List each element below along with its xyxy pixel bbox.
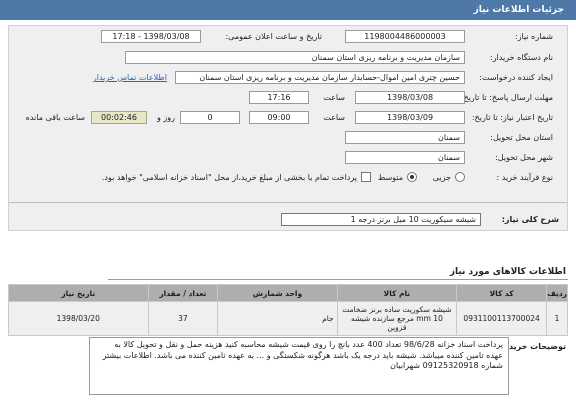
col-unit: واحد شمارش [217,284,338,302]
delivery-city-field: سمنان [345,151,465,164]
goods-title: اطلاعات کالاهای مورد نیاز [449,267,566,277]
col-name: نام کالا [336,284,458,302]
buyer-contact-link[interactable]: اطلاعات تماس خریدار [93,73,167,82]
page-title: جزئیات اطلاعات نیاز [0,0,576,20]
form-divider [9,202,567,203]
summary-label: شرح کلی نیاز: [501,215,559,224]
purchase-type-minor-label: جزیی [432,173,451,182]
days-field: 0 [180,111,240,124]
send-deadline-time-field: 17:16 [249,91,309,104]
purchase-type-medium-radio[interactable] [407,172,417,182]
buyer-notes-field: پرداخت اسناد خزانه 98/6/28 تعداد 400 عدد… [89,337,509,395]
send-deadline-label: مهلت ارسال پاسخ: تا تاریخ: [460,93,553,102]
delivery-province-label: استان محل تحویل: [490,133,553,142]
need-details-panel: شماره نیاز: 1198004486000003 تاریخ و ساع… [8,25,568,231]
cell-code: 0931100113700024 [456,301,548,336]
validity-time-field: 09:00 [249,111,309,124]
col-date: تاریخ نیاز [8,284,149,302]
cell-unit: جام [217,301,338,336]
remaining-label: ساعت باقی مانده [25,113,85,122]
need-number-field: 1198004486000003 [345,30,465,43]
validity-date-field: 1398/03/09 [355,111,465,124]
creator-field: حسین چتری امین اموال-حسابدار سازمان مدیر… [175,71,465,84]
send-time-label: ساعت [323,93,345,102]
validity-label: تاریخ اعتبار نیاز: تا تاریخ: [471,113,553,122]
need-number-label: شماره نیاز: [515,32,553,41]
buyer-org-field: سازمان مدیریت و برنامه ریزی استان سمنان [125,51,465,64]
purchase-type-minor-radio[interactable] [455,172,465,182]
goods-title-underline [108,279,568,280]
cell-name: شیشه سکوریت ساده برنز ضخامت 10 mm مرجع س… [336,301,458,336]
cell-date: 1398/03/20 [8,301,149,336]
purchase-type-medium-label: متوسط [377,173,403,182]
goods-table: ردیف کد کالا نام کالا واحد شمارش تعداد /… [8,284,568,336]
cell-row: 1 [546,301,568,336]
purchase-type-label: نوع فرآیند خرید : [496,173,553,182]
col-qty: تعداد / مقدار [147,284,219,302]
announce-label: تاریخ و ساعت اعلان عمومی: [225,32,322,41]
treasury-payment-checkbox[interactable] [361,172,371,182]
delivery-province-field: سمنان [345,131,465,144]
goods-table-header: ردیف کد کالا نام کالا واحد شمارش تعداد /… [8,284,568,302]
buyer-org-label: نام دستگاه خریدار: [490,53,553,62]
send-deadline-date-field: 1398/03/08 [355,91,465,104]
table-row: 1 0931100113700024 شیشه سکوریت ساده برنز… [8,301,568,336]
days-label: روز و [157,113,175,122]
validity-time-label: ساعت [323,113,345,122]
col-row: ردیف [546,284,568,302]
summary-field: شیشه سیکوریت 10 میل برنز درجه 1 [281,213,481,226]
delivery-city-label: شهر محل تحویل: [495,153,553,162]
payment-note: پرداخت تمام یا بخشی از مبلغ خرید،از محل … [101,173,357,182]
creator-label: ایجاد کننده درخواست: [479,73,553,82]
col-code: کد کالا [456,284,548,302]
announce-field: 1398/03/08 - 17:18 [101,30,201,43]
cell-qty: 37 [147,301,219,336]
remaining-time-field: 00:02:46 [91,111,147,124]
